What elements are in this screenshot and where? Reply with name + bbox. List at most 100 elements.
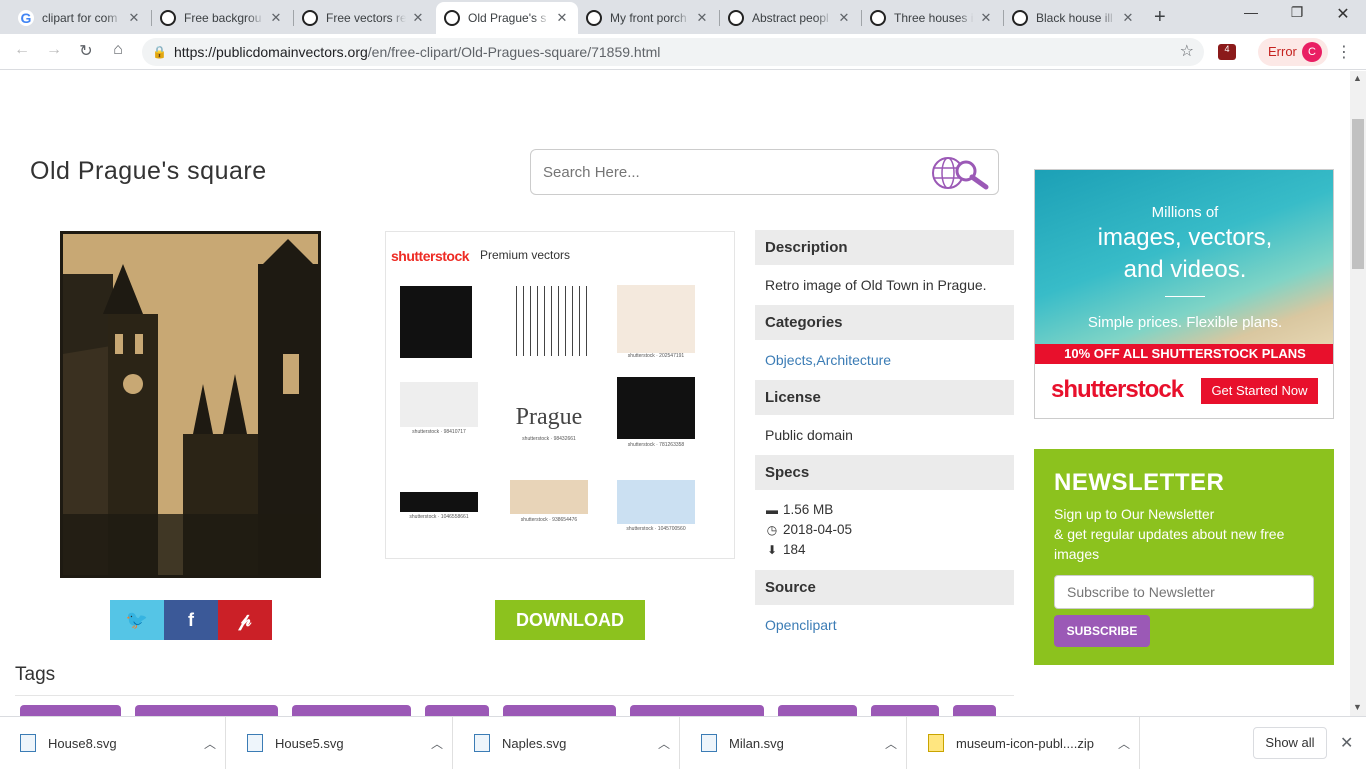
ad-line-3: Simple prices. Flexible plans. [1087, 314, 1283, 331]
close-icon[interactable]: ✕ [836, 10, 852, 26]
ad-thumb-6[interactable] [617, 377, 695, 439]
home-icon[interactable]: ⌂ [106, 41, 130, 59]
tag-pill[interactable] [20, 705, 121, 716]
new-tab-icon[interactable]: + [1154, 6, 1166, 29]
download-item[interactable]: Milan.svg ︿ [681, 717, 907, 769]
minimize-icon[interactable]: — [1228, 4, 1274, 20]
tab-8[interactable]: Black house ill ✕ [1004, 2, 1144, 34]
ad-thumb-1[interactable] [400, 286, 472, 358]
ad-thumb-7[interactable] [400, 492, 478, 512]
svg-file-icon [701, 734, 717, 752]
twitter-icon: 🐦 [125, 610, 149, 630]
ad-caption: shutterstock · 1046558661 [409, 514, 469, 520]
clipart-preview-image[interactable] [60, 231, 321, 578]
newsletter-email-input[interactable] [1054, 575, 1314, 609]
reload-icon[interactable]: ↻ [74, 41, 98, 61]
newsletter-box: NEWSLETTER Sign up to Our Newsletter & g… [1034, 449, 1334, 665]
address-bar[interactable]: 🔒 https://publicdomainvectors.org/en/fre… [142, 38, 1204, 66]
tab-title: Black house ill [1036, 11, 1113, 25]
pinterest-share-button[interactable]: 𝓅 [218, 600, 272, 640]
newsletter-line-1: Sign up to Our Newsletter [1054, 506, 1215, 522]
download-item[interactable]: museum-icon-publ....zip ︿ [908, 717, 1140, 769]
ad-subtitle: Premium vectors [480, 248, 571, 262]
profile-error-button[interactable]: Error C [1258, 38, 1328, 66]
source-header: Source [755, 570, 1014, 605]
back-icon[interactable]: ← [10, 41, 34, 59]
search-icon[interactable] [930, 153, 990, 191]
more-menu-icon[interactable]: ⋮ [1336, 42, 1352, 62]
tag-pill[interactable] [630, 705, 764, 716]
tag-pill[interactable] [953, 705, 996, 716]
license-header: License [755, 380, 1014, 415]
tag-pill[interactable] [871, 705, 939, 716]
pinterest-icon: 𝓅 [238, 610, 252, 630]
tab-7[interactable]: Three houses i ✕ [862, 2, 1002, 34]
ad-thumb-2[interactable] [510, 286, 588, 356]
scroll-down-icon[interactable]: ▼ [1353, 702, 1362, 712]
search-input[interactable] [530, 149, 999, 195]
source-link[interactable]: Openclipart [765, 617, 837, 633]
forward-icon[interactable]: → [42, 41, 66, 59]
close-icon[interactable]: ✕ [126, 10, 142, 26]
tab-3[interactable]: Free vectors re ✕ [294, 2, 434, 34]
close-icon[interactable]: ✕ [410, 10, 426, 26]
chevron-up-icon[interactable]: ︿ [649, 735, 679, 752]
ad-thumb-8[interactable] [510, 480, 588, 514]
tab-5[interactable]: My front porch ✕ [578, 2, 718, 34]
extension-icon[interactable]: 4 [1218, 44, 1236, 60]
ad-thumb-3[interactable] [617, 285, 695, 353]
site-icon [728, 10, 744, 26]
tag-pill[interactable] [135, 705, 278, 716]
facebook-icon: f [188, 610, 194, 630]
tag-pill[interactable] [503, 705, 616, 716]
scrollbar-thumb[interactable] [1352, 119, 1364, 269]
close-icon[interactable]: ✕ [1340, 733, 1353, 753]
close-icon[interactable]: ✕ [554, 10, 570, 26]
tab-4-active[interactable]: Old Prague's s ✕ [436, 2, 578, 34]
description-text: Retro image of Old Town in Prague. [765, 277, 987, 293]
download-filename: Milan.svg [729, 735, 784, 751]
tab-2[interactable]: Free backgrou ✕ [152, 2, 292, 34]
tag-pill[interactable] [778, 705, 857, 716]
tab-1[interactable]: G clipart for com ✕ [10, 2, 150, 34]
chevron-up-icon[interactable]: ︿ [876, 735, 906, 752]
tab-title: Abstract peopl [752, 11, 829, 25]
tab-6[interactable]: Abstract peopl ✕ [720, 2, 860, 34]
ad-caption: shutterstock · 202547191 [627, 353, 685, 359]
site-icon [1012, 10, 1028, 26]
ad-caption: shutterstock · 938654476 [520, 517, 578, 523]
scroll-up-icon[interactable]: ▲ [1353, 73, 1362, 83]
ad-thumb-5[interactable]: Prague [510, 382, 588, 430]
download-item[interactable]: House8.svg ︿ [0, 717, 226, 769]
download-button[interactable]: DOWNLOAD [495, 600, 645, 640]
tag-pill[interactable] [292, 705, 411, 716]
subscribe-button[interactable]: SUBSCRIBE [1054, 615, 1150, 647]
scrollbar[interactable]: ▲ ▼ [1350, 71, 1366, 716]
shutterstock-ad[interactable]: shutterstock Premium vectors shutterstoc… [385, 231, 735, 559]
bookmark-star-icon[interactable]: ☆ [1180, 38, 1194, 66]
twitter-share-button[interactable]: 🐦 [110, 600, 164, 640]
tab-strip: G clipart for com ✕ Free backgrou ✕ Free… [0, 0, 1366, 34]
download-item[interactable]: Naples.svg ︿ [454, 717, 680, 769]
tab-title: clipart for com [42, 11, 118, 25]
ad-thumb-9[interactable] [617, 480, 695, 524]
tag-pill[interactable] [425, 705, 489, 716]
chevron-up-icon[interactable]: ︿ [1109, 735, 1139, 752]
browser-toolbar: ← → ↻ ⌂ 🔒 https://publicdomainvectors.or… [0, 34, 1366, 70]
close-icon[interactable]: ✕ [1120, 10, 1136, 26]
restore-icon[interactable]: ❐ [1274, 4, 1320, 21]
download-item[interactable]: House5.svg ︿ [227, 717, 453, 769]
show-all-button[interactable]: Show all [1253, 727, 1327, 759]
close-icon[interactable]: ✕ [978, 10, 994, 26]
close-icon[interactable]: ✕ [268, 10, 284, 26]
ad-thumb-4[interactable] [400, 382, 478, 427]
close-window-icon[interactable]: ✕ [1320, 4, 1366, 24]
categories-link[interactable]: Objects,Architecture [765, 352, 891, 368]
chevron-up-icon[interactable]: ︿ [422, 735, 452, 752]
extension-badge: 4 [1224, 44, 1230, 54]
shutterstock-side-ad[interactable]: Millions of images, vectors, and videos. … [1034, 169, 1334, 419]
facebook-share-button[interactable]: f [164, 600, 218, 640]
close-icon[interactable]: ✕ [694, 10, 710, 26]
get-started-button[interactable]: Get Started Now [1201, 378, 1318, 404]
chevron-up-icon[interactable]: ︿ [195, 735, 225, 752]
